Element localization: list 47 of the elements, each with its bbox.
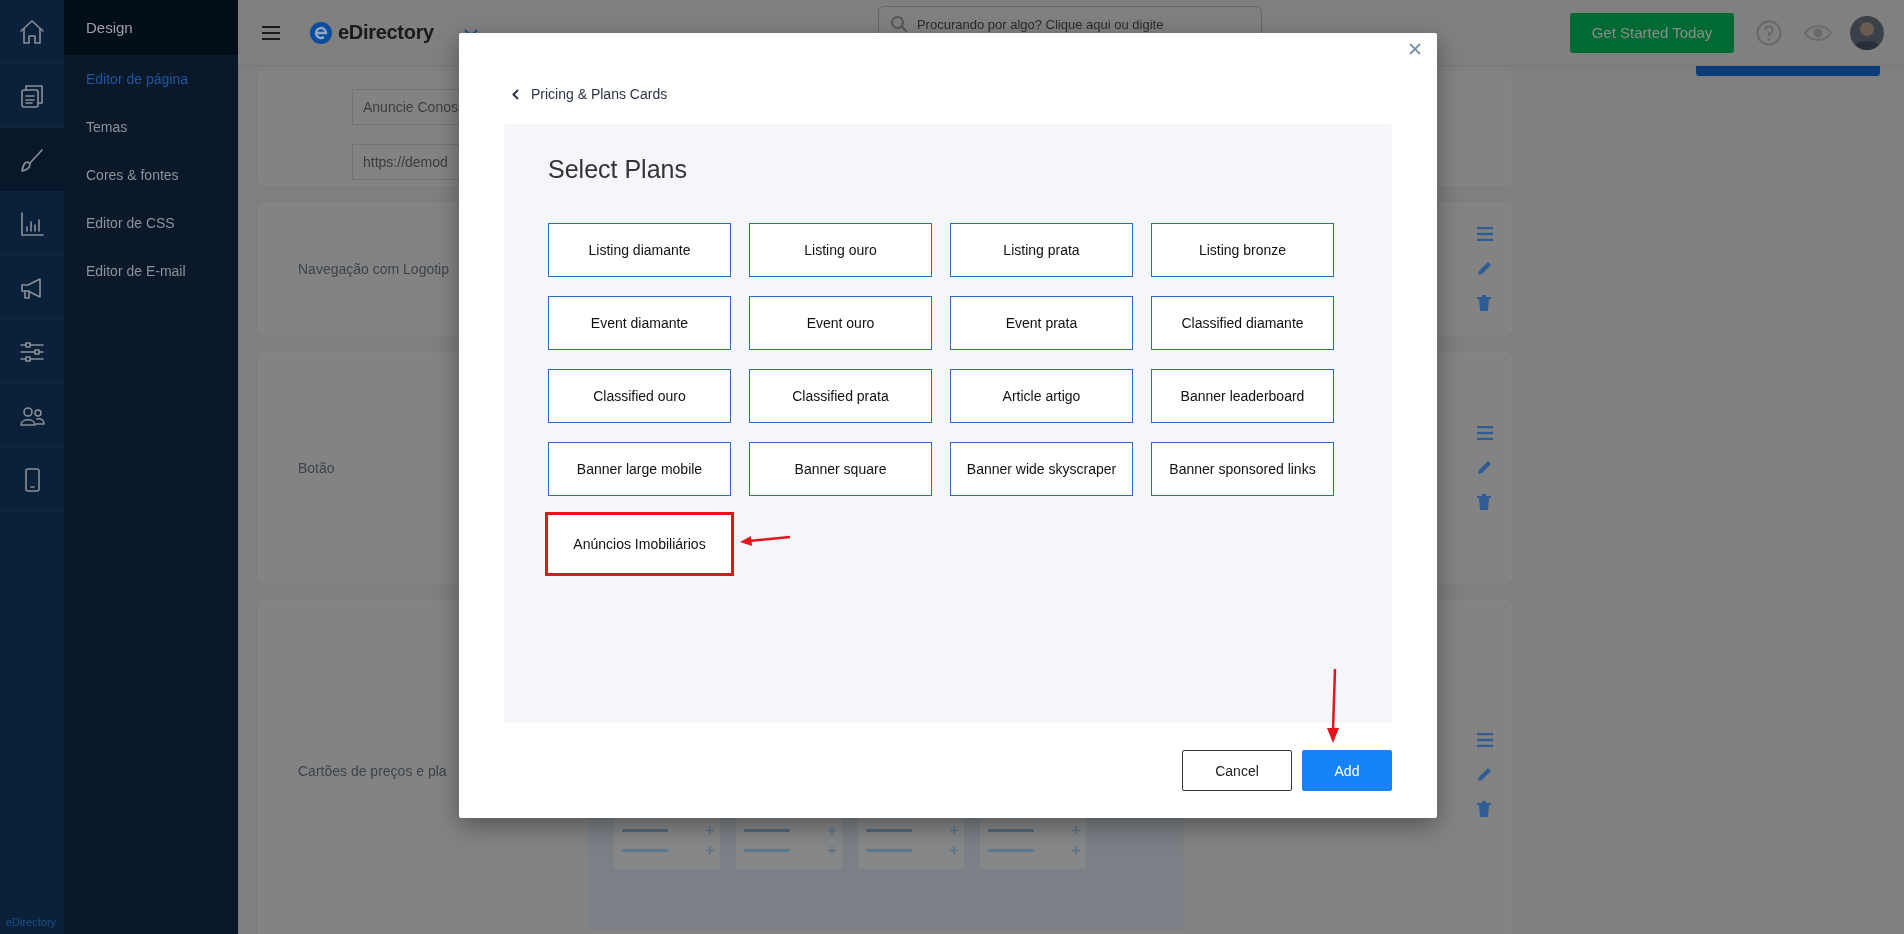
help-icon[interactable] (1756, 19, 1782, 46)
plan-option[interactable]: Banner square (749, 442, 932, 496)
add-button[interactable]: Add (1302, 750, 1392, 791)
chevron-left-icon (512, 88, 519, 100)
plan-option[interactable]: Banner large mobile (548, 442, 731, 496)
pencil-icon[interactable] (1477, 260, 1493, 276)
footer-brand: eDirectory (5, 916, 58, 930)
plan-option[interactable]: Event diamante (548, 296, 731, 350)
search-input[interactable]: Procurando por algo? Clique aqui ou digite (916, 16, 1217, 32)
avatar[interactable] (1850, 15, 1884, 50)
menu-item[interactable]: Editor de CSS (64, 199, 238, 247)
menu-icon[interactable] (262, 25, 280, 40)
plan-option[interactable]: Listing ouro (749, 223, 932, 277)
trash-icon[interactable] (1477, 801, 1491, 817)
plan-option[interactable]: Anúncios Imobiliários (545, 512, 734, 576)
plan-option[interactable]: Event ouro (749, 296, 932, 350)
close-icon (1409, 43, 1421, 55)
home-icon (18, 17, 46, 46)
logo-icon (310, 21, 332, 44)
trash-icon[interactable] (1477, 493, 1491, 510)
menu-item[interactable]: Editor de E-mail (64, 247, 238, 295)
section-label: Cartões de preços e pla (298, 763, 447, 779)
plan-option[interactable]: Classified prata (749, 369, 932, 423)
search-icon (890, 16, 907, 32)
section-label: Navegação com Logotip (298, 261, 449, 277)
sidebar-icon-item[interactable] (0, 128, 64, 192)
plan-option[interactable]: Article artigo (950, 369, 1133, 423)
plan-option[interactable]: Listing prata (950, 223, 1133, 277)
cancel-button[interactable]: Cancel (1182, 750, 1292, 791)
plan-option[interactable]: Event prata (950, 296, 1133, 350)
bar-chart-icon (18, 209, 46, 238)
plan-option[interactable]: Banner wide skyscraper (950, 442, 1133, 496)
plan-option[interactable]: Classified ouro (548, 369, 731, 423)
annotation-arrow (739, 533, 791, 547)
pencil-icon[interactable] (1477, 766, 1493, 782)
pencil-icon[interactable] (1477, 458, 1493, 475)
menu-item[interactable]: Cores & fontes (64, 151, 238, 199)
plan-option[interactable]: Banner sponsored links (1151, 442, 1334, 496)
plan-option[interactable]: Listing bronze (1151, 223, 1334, 277)
trash-icon[interactable] (1477, 295, 1491, 311)
plan-option[interactable]: Classified diamante (1151, 296, 1334, 350)
brand-name: eDirectory (338, 21, 434, 44)
plan-option[interactable]: Listing diamante (548, 223, 731, 277)
menu-item[interactable]: Temas (64, 103, 238, 151)
menu-header: Design (64, 0, 238, 55)
section-label: Botão (298, 459, 335, 476)
plan-option[interactable]: Banner leaderboard (1151, 369, 1334, 423)
